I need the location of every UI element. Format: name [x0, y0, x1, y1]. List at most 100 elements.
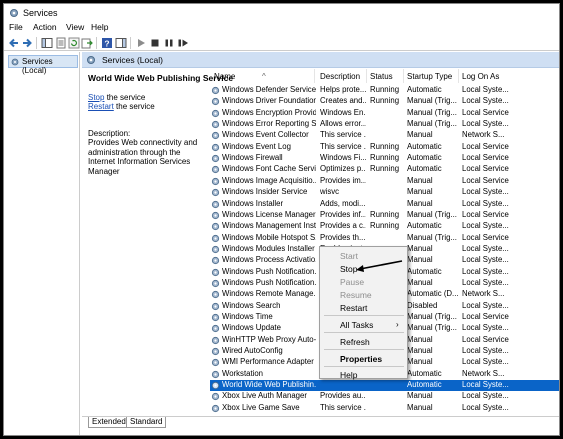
view-tabs: Extended Standard: [82, 416, 559, 435]
menu-help[interactable]: Help: [91, 22, 108, 32]
service-name: Windows Push Notification...: [222, 277, 316, 287]
toolbar: ?: [4, 35, 559, 51]
service-name: Windows Management Inst...: [222, 221, 316, 231]
back-arrow-icon[interactable]: [8, 37, 20, 49]
table-row[interactable]: Windows Driver Foundation... Creates and.…: [210, 96, 559, 107]
stop-service-icon[interactable]: [149, 37, 161, 49]
tab-extended[interactable]: Extended: [88, 417, 130, 428]
properties-sheet-icon[interactable]: [55, 37, 67, 49]
start-service-icon[interactable]: [135, 37, 147, 49]
window-title: Services: [23, 8, 58, 18]
table-row[interactable]: Windows Defender Service Helps prote... Ru…: [210, 85, 559, 96]
list-header: ^ Name Description Status Startup Type L…: [210, 69, 559, 83]
service-log-on-as: Local Service: [462, 107, 509, 117]
service-log-on-as: Local Syste...: [462, 380, 509, 390]
service-gear-icon: [211, 370, 220, 378]
table-row[interactable]: Windows Image Acquisitio... Provides im..…: [210, 175, 559, 187]
tree-node-label: Services (Local): [22, 57, 53, 75]
service-description: Allows error...: [320, 119, 366, 129]
column-header-startup-type[interactable]: Startup Type: [407, 72, 452, 81]
column-header-description[interactable]: Description: [320, 72, 360, 81]
service-startup-type: Manual (Trig...: [407, 232, 457, 242]
table-row[interactable]: Windows Management Inst... Provides a c..…: [210, 221, 559, 232]
table-row[interactable]: Windows Encryption Provid... Windows En..…: [210, 107, 559, 119]
service-startup-type: Automatic: [407, 164, 442, 174]
service-log-on-as: Local Syste...: [462, 255, 509, 265]
menu-action[interactable]: Action: [33, 22, 57, 32]
service-startup-type: Automatic: [407, 141, 442, 151]
service-startup-type: Automatic: [407, 85, 442, 94]
context-menu-refresh[interactable]: Refresh: [340, 337, 370, 347]
context-menu-properties[interactable]: Properties: [340, 354, 382, 364]
service-gear-icon: [211, 211, 220, 219]
context-menu-all-tasks[interactable]: All Tasks: [340, 320, 373, 330]
service-log-on-as: Local Service: [462, 334, 509, 344]
console-tree-icon[interactable]: [41, 37, 53, 49]
service-log-on-as: Network S...: [462, 130, 505, 140]
table-row[interactable]: Windows Font Cache Service Optimizes p...…: [210, 164, 559, 175]
menu-view[interactable]: View: [66, 22, 84, 32]
service-name: Windows Mobile Hotspot S...: [222, 232, 316, 242]
service-description: Adds, modi...: [320, 198, 366, 208]
service-startup-type: Manual (Trig...: [407, 96, 457, 106]
forward-arrow-icon[interactable]: [21, 37, 33, 49]
service-name: Windows Modules Installer: [222, 243, 315, 253]
restart-action-line: Restart the service: [88, 102, 155, 111]
service-name: WinHTTP Web Proxy Auto-...: [222, 334, 316, 344]
service-name: Windows Process Activatio...: [222, 255, 316, 265]
tab-standard[interactable]: Standard: [126, 417, 167, 428]
service-startup-type: Manual (Trig...: [407, 209, 457, 219]
context-menu-help[interactable]: Help: [340, 370, 357, 380]
tree-node-services-local[interactable]: Services (Local): [8, 55, 78, 75]
service-name: WMI Performance Adapter: [222, 357, 314, 367]
service-startup-type: Manual: [407, 175, 433, 185]
panel-header-title: Services (Local): [102, 55, 163, 65]
service-name: Windows Event Log: [222, 141, 291, 151]
column-header-name[interactable]: Name: [214, 72, 235, 81]
service-log-on-as: Local Service: [462, 141, 509, 151]
services-gear-icon: [11, 58, 19, 66]
service-startup-type: Automatic: [407, 221, 442, 231]
restart-service-link[interactable]: Restart: [88, 102, 114, 111]
show-hide-action-pane-icon[interactable]: [115, 37, 127, 49]
context-menu-restart[interactable]: Restart: [340, 303, 367, 313]
stop-action-line: Stop the service: [88, 93, 145, 102]
service-log-on-as: Local Syste...: [462, 300, 509, 310]
service-name: Windows Search: [222, 300, 281, 310]
table-row[interactable]: Xbox Live Game Save This service ... Manua…: [210, 403, 559, 414]
table-row[interactable]: Windows Installer Adds, modi... Manual Loca…: [210, 198, 559, 210]
service-log-on-as: Network S...: [462, 368, 505, 378]
toolbar-separator: [36, 37, 37, 49]
service-name: Windows License Manager ...: [222, 209, 316, 219]
table-row[interactable]: Windows Error Reporting Se... Allows erro…: [210, 119, 559, 130]
table-row[interactable]: Windows Event Collector This service ... M…: [210, 130, 559, 141]
table-row[interactable]: Windows Firewall Windows Fi... Running Auto…: [210, 153, 559, 164]
pause-service-icon[interactable]: [163, 37, 175, 49]
service-gear-icon: [211, 98, 220, 106]
refresh-icon[interactable]: [68, 37, 80, 49]
column-header-log-on-as[interactable]: Log On As: [462, 72, 499, 81]
menu-separator: [324, 366, 404, 367]
stop-service-link[interactable]: Stop: [88, 93, 104, 102]
column-header-status[interactable]: Status: [370, 72, 393, 81]
service-description: Optimizes p...: [320, 164, 366, 174]
menu-separator: [324, 315, 404, 316]
table-row[interactable]: World Wide Web Publishin... Automatic Loca…: [210, 380, 559, 392]
help-icon[interactable]: ?: [101, 37, 113, 49]
table-row[interactable]: Windows License Manager ... Provides inf.…: [210, 209, 559, 221]
export-list-icon[interactable]: [81, 37, 93, 49]
service-gear-icon: [211, 109, 220, 117]
service-gear-icon: [211, 143, 220, 151]
service-gear-icon: [211, 245, 220, 253]
menu-file[interactable]: File: [9, 22, 23, 32]
service-startup-type: Manual: [407, 198, 433, 208]
restart-service-icon[interactable]: [177, 37, 189, 49]
annotation-arrow-icon: [356, 260, 403, 272]
service-description: Creates and...: [320, 96, 366, 106]
panel-header: Services (Local): [82, 52, 559, 68]
table-row[interactable]: Xbox Live Auth Manager Provides au... Manu…: [210, 391, 559, 402]
table-row[interactable]: Windows Insider Service wisvc Manual Local …: [210, 187, 559, 198]
table-row[interactable]: Windows Event Log This service ... Running…: [210, 141, 559, 153]
table-row[interactable]: Windows Mobile Hotspot S... Provides th..…: [210, 232, 559, 244]
service-name: World Wide Web Publishin...: [222, 380, 316, 390]
